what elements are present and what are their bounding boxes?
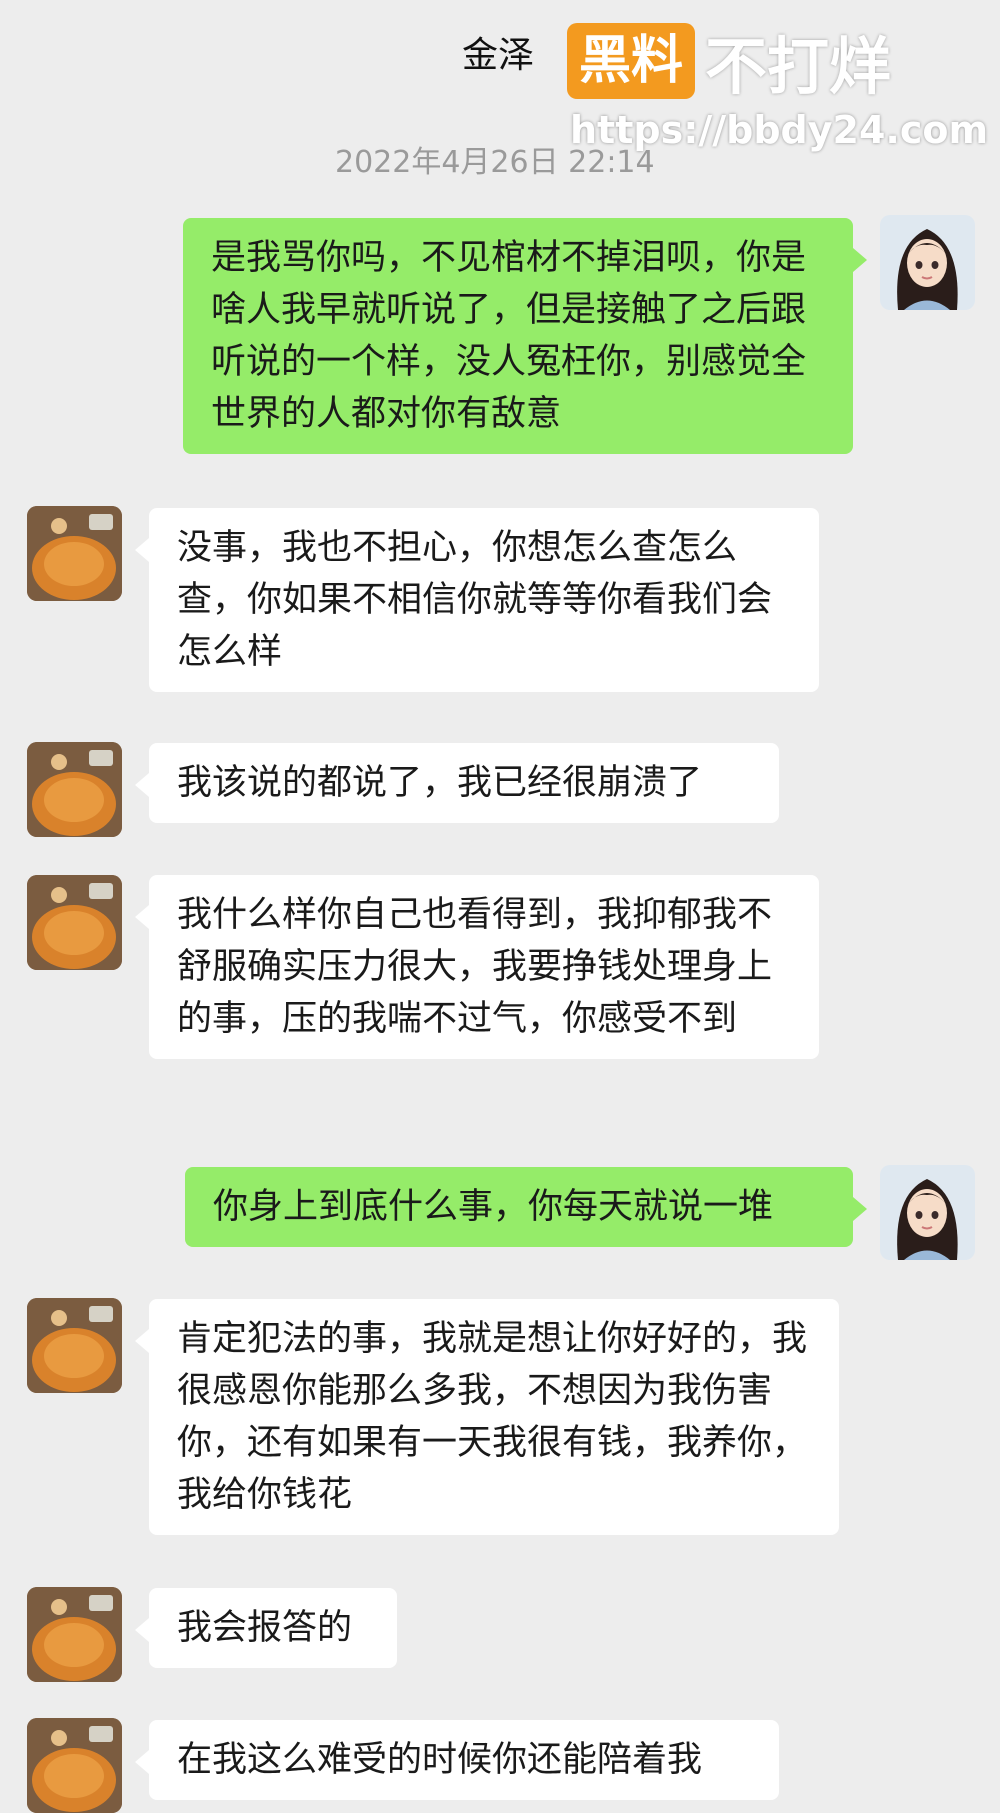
message-bubble-outgoing[interactable]: 是我骂你吗，不见棺材不掉泪呗，你是啥人我早就听说了，但是接触了之后跟听说的一个样… (183, 218, 867, 454)
dog-avatar-icon (27, 1718, 122, 1813)
contact-avatar[interactable] (27, 1718, 122, 1813)
girl-avatar-icon (880, 215, 975, 310)
my-avatar[interactable] (880, 215, 975, 310)
message-bubble-incoming[interactable]: 我什么样你自己也看得到，我抑郁我不舒服确实压力很大，我要挣钱处理身上的事，压的我… (135, 875, 819, 1059)
message-text: 在我这么难受的时候你还能陪着我 (177, 1740, 703, 1780)
message-text: 我什么样你自己也看得到，我抑郁我不舒服确实压力很大，我要挣钱处理身上的事，压的我… (177, 895, 773, 1039)
girl-avatar-icon (880, 1165, 975, 1260)
dog-avatar-icon (27, 742, 122, 837)
contact-avatar[interactable] (27, 506, 122, 601)
watermark-box-text: 黑料 (567, 23, 696, 99)
contact-avatar[interactable] (27, 1298, 122, 1393)
message-bubble-outgoing[interactable]: 你身上到底什么事，你每天就说一堆 (185, 1167, 867, 1247)
contact-avatar[interactable] (27, 875, 122, 970)
message-bubble-incoming[interactable]: 在我这么难受的时候你还能陪着我 (135, 1720, 779, 1800)
dog-avatar-icon (27, 875, 122, 970)
message-bubble-incoming[interactable]: 我该说的都说了，我已经很崩溃了 (135, 743, 779, 823)
message-text: 我会报答的 (177, 1608, 353, 1648)
dog-avatar-icon (27, 1587, 122, 1682)
contact-avatar[interactable] (27, 742, 122, 837)
watermark-logo: 黑料 不打烊 (567, 20, 891, 103)
message-text: 是我骂你吗，不见棺材不掉泪呗，你是啥人我早就听说了，但是接触了之后跟听说的一个样… (211, 238, 807, 434)
message-text: 没事，我也不担心，你想怎么查怎么查，你如果不相信你就等等你看我们会怎么样 (177, 528, 773, 672)
dog-avatar-icon (27, 506, 122, 601)
message-bubble-incoming[interactable]: 我会报答的 (135, 1588, 397, 1668)
message-text: 我该说的都说了，我已经很崩溃了 (177, 763, 703, 803)
message-timestamp: 2022年4月26日 22:14 (335, 145, 655, 180)
message-text: 你身上到底什么事，你每天就说一堆 (213, 1187, 774, 1227)
dog-avatar-icon (27, 1298, 122, 1393)
chat-title[interactable]: 金泽 (462, 26, 534, 78)
message-text: 肯定犯法的事，我就是想让你好好的，我很感恩你能那么多我，不想因为我伤害你，还有如… (177, 1319, 808, 1515)
message-bubble-incoming[interactable]: 肯定犯法的事，我就是想让你好好的，我很感恩你能那么多我，不想因为我伤害你，还有如… (135, 1299, 839, 1535)
watermark-text: 不打烊 (705, 30, 892, 103)
message-bubble-incoming[interactable]: 没事，我也不担心，你想怎么查怎么查，你如果不相信你就等等你看我们会怎么样 (135, 508, 819, 692)
contact-avatar[interactable] (27, 1587, 122, 1682)
my-avatar[interactable] (880, 1165, 975, 1260)
